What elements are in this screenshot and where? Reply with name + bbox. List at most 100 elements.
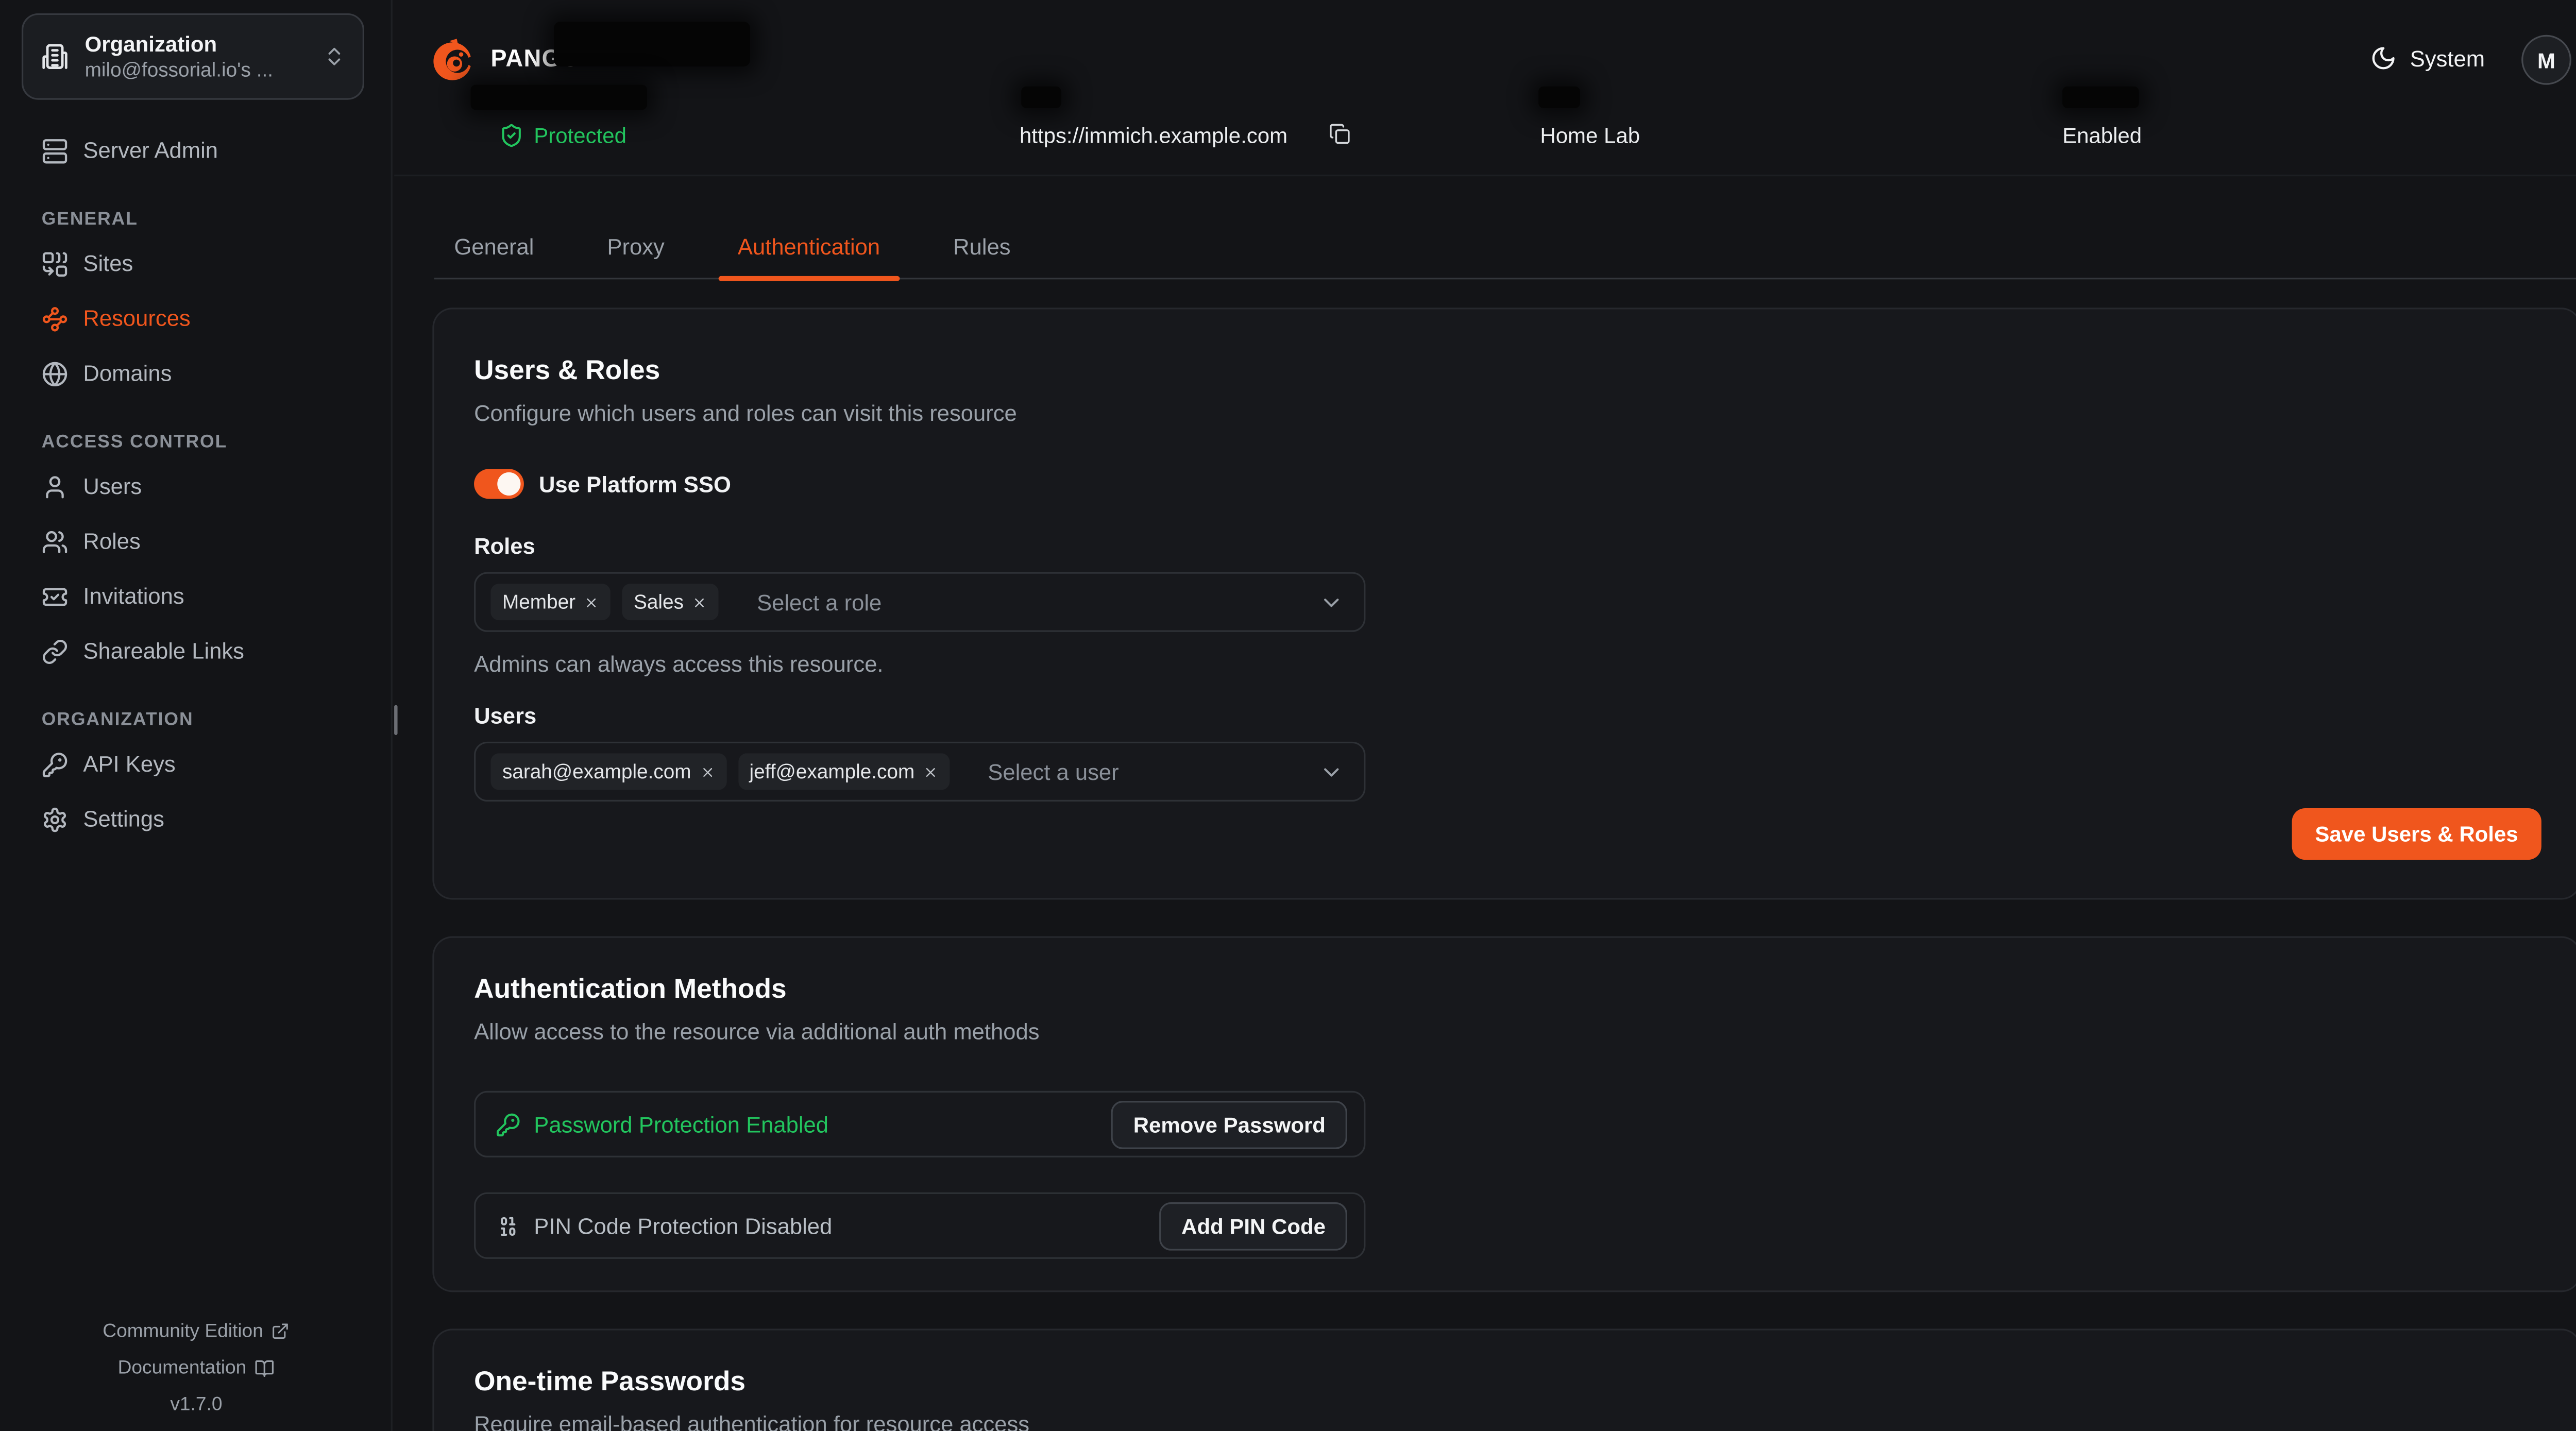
password-protection-row: Password Protection Enabled Remove Passw… <box>474 1091 1365 1157</box>
book-open-icon <box>255 1358 275 1378</box>
org-selector-text: Organization milo@fossorial.io's ... <box>85 30 308 83</box>
role-chip: Member <box>490 584 610 620</box>
sidebar-footer: Community Edition Documentation v1.7.0 <box>0 1313 393 1423</box>
sidebar-nav: Server Admin GENERAL Sites Resources Dom… <box>0 123 391 846</box>
globe-icon <box>42 360 69 387</box>
tab-authentication[interactable]: Authentication <box>718 216 900 278</box>
gear-icon <box>42 806 69 832</box>
sidebar-item-shareable-links[interactable]: Shareable Links <box>0 624 391 679</box>
sidebar-item-api-keys[interactable]: API Keys <box>0 737 391 792</box>
sidebar: Organization milo@fossorial.io's ... Ser… <box>0 0 393 1431</box>
remove-password-button[interactable]: Remove Password <box>1112 1101 1347 1149</box>
redacted-label-status <box>471 85 647 110</box>
ticket-check-icon <box>42 583 69 610</box>
tab-general[interactable]: General <box>434 216 554 278</box>
link-icon <box>42 638 69 665</box>
sidebar-item-label: Resources <box>83 306 190 331</box>
card-title: Users & Roles <box>474 352 2540 389</box>
server-icon <box>42 137 69 164</box>
redacted-label-url <box>1021 87 1061 108</box>
community-edition-link[interactable]: Community Edition <box>0 1313 393 1350</box>
sidebar-item-users[interactable]: Users <box>0 459 391 514</box>
sidebar-item-label: Shareable Links <box>83 639 244 663</box>
remove-chip-icon[interactable] <box>692 594 707 609</box>
tab-proxy[interactable]: Proxy <box>587 216 685 278</box>
chevron-down-icon <box>1319 760 1344 785</box>
sidebar-item-label: Settings <box>83 807 164 831</box>
sidebar-item-invitations[interactable]: Invitations <box>0 569 391 624</box>
user-chip-label: jeff@example.com <box>750 760 915 783</box>
chevron-down-icon <box>1319 590 1344 615</box>
org-selector[interactable]: Organization milo@fossorial.io's ... <box>22 13 364 100</box>
save-users-roles-button[interactable]: Save Users & Roles <box>2292 808 2541 860</box>
sidebar-item-label: Domains <box>83 361 172 386</box>
remove-chip-icon[interactable] <box>700 764 715 779</box>
chevrons-up-down-icon <box>323 45 346 68</box>
roles-multiselect[interactable]: Member Sales Select a role <box>474 572 1365 632</box>
redacted-label-site <box>1538 87 1580 108</box>
header-separator <box>394 174 2576 175</box>
admins-note: Admins can always access this resource. <box>474 652 2540 676</box>
sidebar-item-sites[interactable]: Sites <box>0 236 391 291</box>
theme-label: System <box>2410 46 2485 71</box>
sso-toggle[interactable] <box>474 469 524 499</box>
resource-enabled: Enabled <box>2062 122 2142 150</box>
building-icon <box>40 42 70 72</box>
waypoints-icon <box>42 305 69 332</box>
sidebar-item-settings[interactable]: Settings <box>0 792 391 847</box>
sidebar-scrollbar-thumb[interactable] <box>394 705 397 735</box>
tab-rules[interactable]: Rules <box>933 216 1030 278</box>
card-subtitle: Allow access to the resource via additio… <box>474 1018 2540 1048</box>
card-subtitle: Require email-based authentication for r… <box>474 1410 2540 1431</box>
user-chip: jeff@example.com <box>738 753 950 790</box>
copy-icon[interactable] <box>1329 123 1350 145</box>
card-title: One-time Passwords <box>474 1364 2540 1400</box>
app-window: Organization milo@fossorial.io's ... Ser… <box>0 0 2576 1431</box>
key-round-icon <box>496 1112 520 1136</box>
resource-tabs: General Proxy Authentication Rules <box>434 216 2576 280</box>
sidebar-item-label: Invitations <box>83 584 184 608</box>
moon-icon <box>2370 45 2397 72</box>
pin-protection-row: PIN Code Protection Disabled Add PIN Cod… <box>474 1192 1365 1259</box>
sidebar-item-label: API Keys <box>83 752 175 776</box>
documentation-label: Documentation <box>118 1358 247 1378</box>
binary-icon <box>496 1213 520 1238</box>
resource-protected-status: Protected <box>499 122 626 150</box>
redacted-label-enabled <box>2062 87 2139 108</box>
user-icon <box>42 473 69 500</box>
users-roles-card: Users & Roles Configure which users and … <box>432 308 2576 899</box>
users-placeholder: Select a user <box>988 759 1118 784</box>
sidebar-item-domains[interactable]: Domains <box>0 346 391 401</box>
add-pin-code-button[interactable]: Add PIN Code <box>1160 1202 1347 1251</box>
password-status-label: Password Protection Enabled <box>534 1112 828 1136</box>
toggle-knob <box>497 472 520 496</box>
sidebar-item-label: Users <box>83 474 142 499</box>
users-multiselect[interactable]: sarah@example.com jeff@example.com Selec… <box>474 742 1365 802</box>
resource-site: Home Lab <box>1540 122 1640 150</box>
theme-toggle[interactable]: System <box>2370 45 2485 72</box>
remove-chip-icon[interactable] <box>923 764 938 779</box>
sidebar-section-general: GENERAL <box>0 203 391 236</box>
sidebar-section-access-control: ACCESS CONTROL <box>0 425 391 459</box>
sidebar-item-server-admin[interactable]: Server Admin <box>0 123 391 178</box>
sidebar-item-resources[interactable]: Resources <box>0 291 391 346</box>
community-edition-label: Community Edition <box>103 1321 263 1341</box>
otp-card: One-time Passwords Require email-based a… <box>432 1328 2576 1431</box>
pangolin-logo-icon <box>429 37 476 83</box>
sidebar-item-label: Server Admin <box>83 138 218 163</box>
remove-chip-icon[interactable] <box>584 594 599 609</box>
roles-field-label: Roles <box>474 534 2540 558</box>
external-link-icon <box>272 1322 290 1340</box>
avatar-initial: M <box>2537 47 2555 72</box>
roles-placeholder: Select a role <box>757 589 882 614</box>
documentation-link[interactable]: Documentation <box>0 1350 393 1386</box>
user-chip-label: sarah@example.com <box>502 760 691 783</box>
avatar[interactable]: M <box>2521 35 2571 85</box>
sso-toggle-row: Use Platform SSO <box>474 469 2540 499</box>
auth-methods-card: Authentication Methods Allow access to t… <box>432 936 2576 1292</box>
sidebar-item-roles[interactable]: Roles <box>0 514 391 569</box>
role-chip-label: Sales <box>634 590 684 614</box>
sidebar-item-label: Sites <box>83 251 133 276</box>
user-chip: sarah@example.com <box>490 753 726 790</box>
org-selector-label: Organization <box>85 30 308 58</box>
